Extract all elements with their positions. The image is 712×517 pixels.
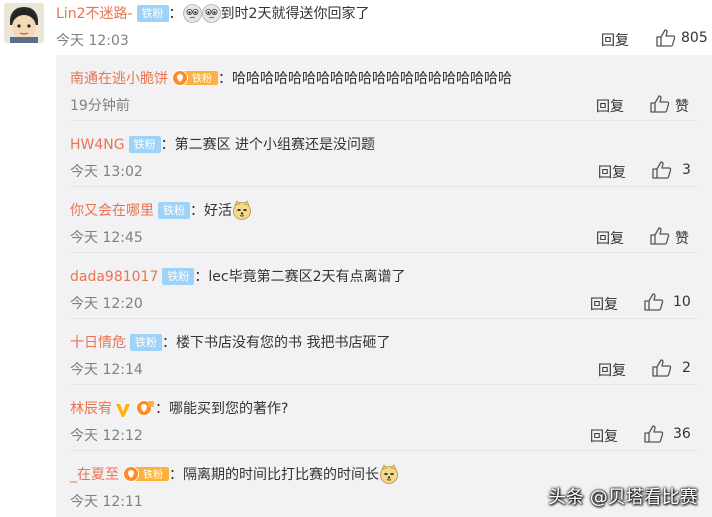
fan-level-badge[interactable]: 铁粉: [172, 69, 218, 90]
username[interactable]: HW4NG: [70, 137, 125, 153]
timestamp: 今天 12:11: [70, 494, 143, 510]
timestamp: 今天 12:14: [70, 362, 143, 378]
comment-text: 第二赛区 进个小组赛还是没问题: [174, 137, 376, 153]
thumbs-up-icon[interactable]: [650, 95, 670, 117]
svg-text:铁粉: 铁粉: [192, 72, 212, 85]
username[interactable]: 南通在逃小脆饼: [70, 71, 168, 87]
username[interactable]: 十日情危: [70, 335, 126, 351]
watermark: 头条 @贝塔看比赛: [548, 487, 698, 508]
verified-v-icon: [115, 402, 131, 422]
list-item: 林辰宥 ：哪能买到您的著作? 今天 12:12 回复 36: [56, 385, 698, 451]
timestamp: 今天 12:12: [70, 428, 143, 444]
reply-button[interactable]: 回复: [596, 228, 624, 248]
reply-button[interactable]: 回复: [590, 294, 618, 314]
list-item: dada981017 铁粉 ：lec毕竟第二赛区2天有点离谱了 今天 12:20 回…: [56, 253, 698, 319]
username[interactable]: Lin2不迷路-: [56, 6, 133, 22]
comment-text: 哈哈哈哈哈哈哈哈哈哈哈哈哈哈哈哈哈哈哈哈: [232, 71, 512, 87]
username[interactable]: _在夏至: [70, 467, 119, 483]
fan-badge[interactable]: 铁粉: [136, 5, 169, 22]
like-count: 赞: [675, 231, 689, 247]
timestamp: 19分钟前: [70, 98, 130, 114]
list-item: 南通在逃小脆饼 铁粉 ：哈哈哈哈哈哈哈哈哈哈哈哈哈哈哈哈哈哈哈哈 19分钟前 回复 …: [56, 55, 698, 121]
avatar[interactable]: [4, 3, 44, 43]
like-count: 36: [673, 426, 691, 442]
username[interactable]: 你又会在哪里: [70, 203, 154, 219]
top-comment-line: Lin2不迷路- 铁粉：到时2天就得送你回家了: [56, 3, 369, 27]
thumbs-up-icon[interactable]: [652, 161, 672, 183]
fan-level-icon[interactable]: [135, 399, 155, 420]
reply-line: 十日情危 铁粉 ：楼下书店没有您的书 我把书店砸了: [70, 334, 391, 351]
fan-level-badge[interactable]: 铁粉: [123, 465, 169, 486]
reply-button[interactable]: 回复: [590, 426, 618, 446]
reply-button[interactable]: 回复: [598, 360, 626, 380]
thumbs-up-icon[interactable]: [650, 227, 670, 249]
top-comment: Lin2不迷路- 铁粉：到时2天就得送你回家了 今天 12:03 回复 805: [0, 0, 712, 55]
fan-badge[interactable]: 铁粉: [130, 334, 162, 351]
thumbs-up-icon[interactable]: [652, 359, 672, 381]
reply-line: dada981017 铁粉 ：lec毕竟第二赛区2天有点离谱了: [70, 268, 406, 285]
crying-face-icon: [182, 4, 202, 27]
reply-line: 南通在逃小脆饼 铁粉 ：哈哈哈哈哈哈哈哈哈哈哈哈哈哈哈哈哈哈哈哈: [70, 68, 512, 90]
reply-line: HW4NG 铁粉 ：第二赛区 进个小组赛还是没问题: [70, 136, 376, 153]
timestamp: 今天 13:02: [70, 164, 143, 180]
username[interactable]: dada981017: [70, 269, 158, 285]
list-item: 十日情危 铁粉 ：楼下书店没有您的书 我把书店砸了 今天 12:14 回复 2: [56, 319, 698, 385]
fan-badge[interactable]: 铁粉: [162, 268, 195, 285]
comment-text: lec毕竟第二赛区2天有点离谱了: [208, 269, 406, 285]
list-item: HW4NG 铁粉 ：第二赛区 进个小组赛还是没问题 今天 13:02 回复 3: [56, 121, 698, 187]
thumbs-up-icon[interactable]: [644, 425, 664, 447]
reply-line: _在夏至 铁粉 ：隔离期的时间比打比赛的时间长: [70, 464, 399, 488]
username[interactable]: 林辰宥: [70, 401, 112, 417]
like-count: 10: [673, 294, 691, 310]
thumbs-up-icon[interactable]: [644, 293, 664, 315]
timestamp: 今天 12:03: [56, 33, 129, 49]
fan-badge[interactable]: 铁粉: [128, 136, 161, 153]
list-item: 你又会在哪里 铁粉 ：好活 今天 12:45 回复 赞: [56, 187, 698, 253]
comment-text: 好活: [204, 203, 232, 219]
like-count: 2: [682, 360, 691, 376]
svg-text:铁粉: 铁粉: [143, 468, 163, 481]
like-count: 805: [681, 30, 708, 46]
reply-button[interactable]: 回复: [598, 162, 626, 182]
reply-button[interactable]: 回复: [601, 30, 629, 50]
fan-badge[interactable]: 铁粉: [158, 202, 190, 219]
like-count: 3: [682, 162, 691, 178]
doge-icon: [232, 200, 252, 224]
crying-face-icon: [201, 4, 221, 27]
comment-text: 楼下书店没有您的书 我把书店砸了: [176, 335, 391, 351]
doge-icon: [379, 464, 399, 488]
reply-line: 你又会在哪里 铁粉 ：好活: [70, 200, 252, 224]
timestamp: 今天 12:45: [70, 230, 143, 246]
thumbs-up-icon[interactable]: [656, 29, 676, 51]
comment-text: 到时2天就得送你回家了: [220, 6, 370, 22]
comment-text: 哪能买到您的著作?: [169, 401, 289, 417]
like-count: 赞: [675, 99, 689, 115]
comment-text: 隔离期的时间比打比赛的时间长: [183, 467, 379, 483]
reply-button[interactable]: 回复: [596, 96, 624, 116]
timestamp: 今天 12:20: [70, 296, 143, 312]
reply-line: 林辰宥 ：哪能买到您的著作?: [70, 398, 288, 422]
